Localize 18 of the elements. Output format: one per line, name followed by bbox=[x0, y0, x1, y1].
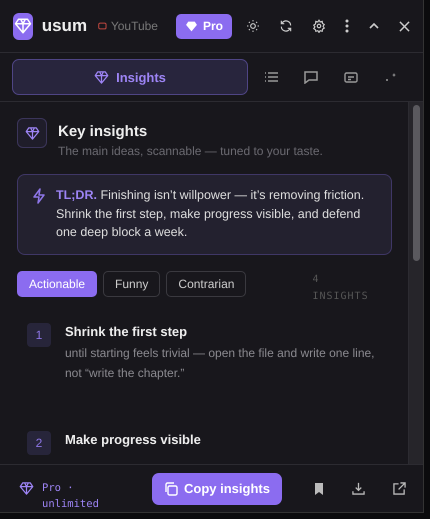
plan-label: Pro · unlimited bbox=[42, 480, 100, 512]
copy-button[interactable]: Copy insights bbox=[152, 472, 282, 504]
insight-text: until starting feels trivial — open the file and write one line, not “write the chapter.” bbox=[65, 344, 376, 382]
insight-number: 2 bbox=[27, 430, 51, 454]
filter-chip[interactable]: Actionable bbox=[17, 270, 98, 296]
insight-title: Make progress visible bbox=[65, 432, 201, 446]
source-label: YouTube bbox=[110, 19, 158, 33]
filter-chip[interactable]: Contrarian bbox=[166, 270, 246, 296]
section-title: Key insights bbox=[58, 123, 148, 140]
section-subtitle: The main ideas, scannable — tuned to your taste. bbox=[58, 144, 323, 158]
summary-text: TL;DR. Finishing isn’t willpower — it’s removing friction. Shrink the first step, make progress visible, and defend one deep block a week. bbox=[56, 187, 366, 241]
insights-tab[interactable]: Insights bbox=[12, 59, 248, 95]
pro-badge[interactable]: Pro bbox=[176, 14, 232, 38]
insight-number: 1 bbox=[27, 322, 51, 346]
app-name: usum bbox=[42, 16, 88, 36]
insight-count: 4 INSIGHTS bbox=[312, 272, 370, 304]
insight-title: Shrink the first step bbox=[65, 324, 188, 338]
filter-chip[interactable]: Funny bbox=[103, 270, 160, 296]
